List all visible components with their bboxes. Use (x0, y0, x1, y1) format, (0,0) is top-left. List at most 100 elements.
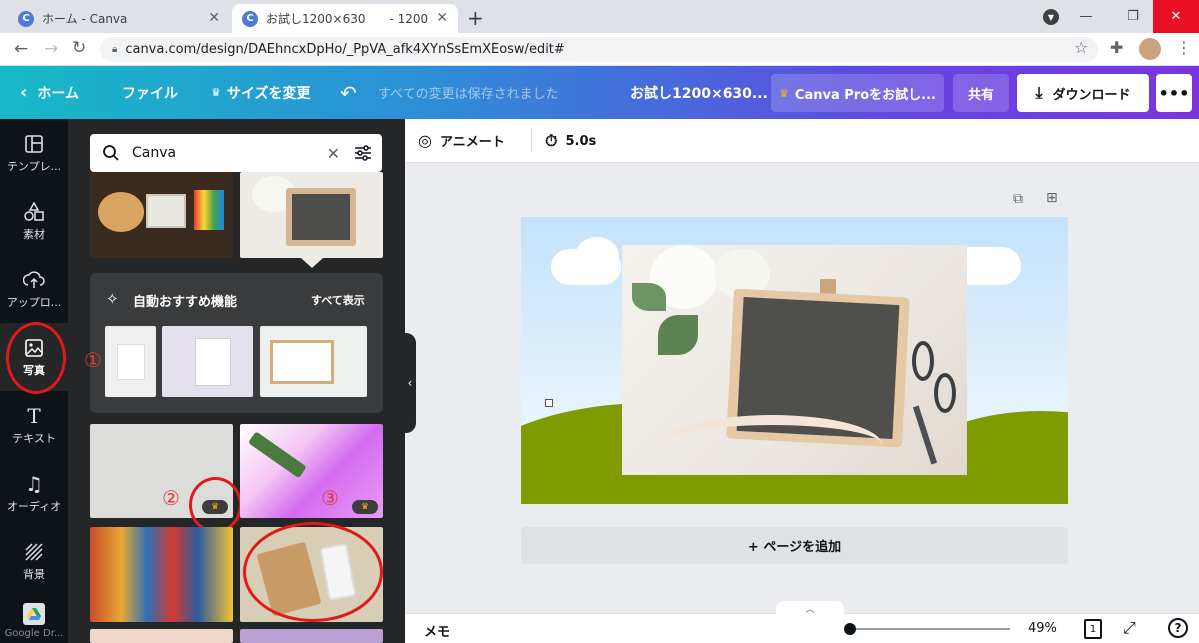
board-shape (292, 194, 350, 240)
browser-menu-icon[interactable]: ⋮ (1176, 38, 1192, 57)
profile-avatar[interactable] (1139, 38, 1161, 60)
duration-button[interactable]: ⏱︎ 5.0s (545, 131, 596, 151)
add-page-icon[interactable]: ⊞ (1046, 190, 1058, 206)
photo-search-box[interactable]: Canva ✕ (90, 134, 382, 172)
tab-title: ホーム - Canva (42, 12, 128, 26)
browser-tab-design[interactable]: C お試し1200×630 - 1200 ✕ (232, 4, 458, 33)
notes-button[interactable]: メモ (424, 621, 450, 640)
restore-icon[interactable]: ❐ (1110, 0, 1156, 33)
rail-item-templates[interactable]: テンプレ... (0, 119, 68, 187)
notepad-shape (195, 338, 231, 386)
rail-item-audio[interactable]: ♫ オーディオ (0, 459, 68, 527)
close-window-icon[interactable]: ✕ (1153, 0, 1199, 33)
close-tab-icon[interactable]: ✕ (436, 10, 448, 26)
scissors-handle-shape (912, 341, 934, 381)
photo-result-partial-2[interactable] (240, 629, 383, 643)
download-button[interactable]: ⤓ ダウンロード (1017, 74, 1149, 112)
tab-search-icon[interactable]: ▼ (1043, 9, 1059, 25)
photo-result-blackboard[interactable] (240, 172, 383, 258)
leaf-shape (658, 315, 698, 355)
help-button[interactable]: ? (1168, 618, 1188, 638)
duplicate-page-icon[interactable]: ⧉ (1013, 191, 1023, 207)
close-tab-icon[interactable]: ✕ (208, 10, 220, 26)
sparkle-icon: ✧ (106, 290, 119, 308)
resize-button[interactable]: ♛ サイズを変更 (211, 66, 310, 119)
crown-icon: ♛ (211, 86, 221, 99)
new-tab-icon[interactable]: + (467, 6, 484, 30)
download-icon: ⤓ (1035, 83, 1043, 102)
google-drive-icon (23, 603, 45, 625)
extensions-icon[interactable]: ✚ (1110, 38, 1123, 57)
back-icon[interactable]: ← (14, 39, 28, 59)
pro-crown-badge: ♛ (352, 500, 378, 514)
reload-icon[interactable]: ↻ (72, 38, 86, 58)
undo-icon[interactable]: ↶ (340, 66, 357, 119)
wood-frame-shape (270, 340, 334, 384)
zoom-slider-track[interactable] (850, 628, 1010, 630)
photo-result-purple-paint[interactable]: ♛ (240, 424, 383, 518)
scissors-blade-shape (912, 405, 938, 465)
scissors-handle-shape (934, 373, 956, 413)
document-title[interactable]: お試し1200×630... (630, 66, 768, 119)
zoom-level[interactable]: 49% (1028, 621, 1057, 636)
url-text: canva.com/design/DAEhncxDpHo/_PpVA_afk4X… (125, 42, 565, 57)
leaf-shape (632, 283, 666, 311)
more-options-button[interactable]: ••• (1156, 74, 1192, 112)
toolbar-divider (531, 128, 532, 152)
tab-title: お試し1200×630 - 1200 (266, 12, 429, 26)
frame-shape (117, 344, 145, 380)
minimize-icon[interactable]: — (1063, 0, 1109, 33)
save-status: すべての変更は保存されました (378, 87, 559, 102)
annotation-circle-crown (189, 477, 242, 533)
animate-button[interactable]: ◎ アニメート (418, 131, 505, 150)
rail-item-background[interactable]: 背景 (0, 527, 68, 595)
file-menu-button[interactable]: ファイル (122, 66, 178, 119)
background-pattern-icon (23, 541, 45, 563)
ribbon-shape (662, 415, 882, 475)
canvas-scrollbar[interactable] (1187, 163, 1199, 613)
canva-favicon-icon: C (18, 10, 34, 27)
url-field[interactable]: 🔒︎ canva.com/design/DAEhncxDpHo/_PpVA_af… (100, 37, 1098, 62)
rail-item-uploads[interactable]: アップロ... (0, 255, 68, 323)
see-all-link[interactable]: すべて表示 (311, 292, 365, 308)
fullscreen-icon[interactable]: ⤢ (1123, 618, 1136, 638)
photo-result-partial-1[interactable] (90, 629, 233, 643)
bottom-bar (405, 613, 1199, 643)
rail-item-elements[interactable]: 素材 (0, 187, 68, 255)
timer-icon: ⏱︎ (545, 131, 558, 150)
canvas-toolbar (405, 119, 1199, 163)
placed-photo-blackboard[interactable] (622, 245, 967, 475)
animate-icon: ◎ (418, 131, 432, 150)
rail-item-google-drive[interactable]: Google Dr... (0, 595, 68, 643)
forward-icon[interactable]: → (44, 39, 58, 59)
browser-tab-home[interactable]: C ホーム - Canva ✕ (8, 4, 230, 33)
suggested-photo-3[interactable] (260, 326, 367, 397)
music-note-icon: ♫ (25, 471, 43, 496)
try-pro-button[interactable]: ♛ Canva Proをお試し... (771, 74, 944, 112)
add-page-button[interactable]: + ページを追加 (521, 527, 1068, 564)
clear-search-icon[interactable]: ✕ (327, 144, 340, 163)
suggested-photo-2[interactable] (162, 326, 253, 397)
search-input[interactable]: Canva (132, 145, 327, 161)
sheep-shape (545, 399, 553, 407)
annotation-number-3: ③ (321, 486, 339, 510)
zoom-slider-thumb[interactable] (844, 623, 856, 635)
page-count-button[interactable]: 1 (1084, 619, 1102, 639)
lock-icon: 🔒︎ (112, 44, 118, 55)
filter-icon[interactable] (354, 145, 372, 161)
photo-result-colorful-paint[interactable] (90, 527, 233, 622)
canva-favicon-icon: C (242, 10, 258, 27)
photo-result-desk-palette[interactable] (90, 172, 233, 258)
selected-pointer (301, 258, 323, 268)
collapse-panel-handle[interactable]: ‹ (404, 333, 416, 433)
expand-notes-handle[interactable]: ︿ (776, 601, 844, 615)
suggested-photo-1[interactable] (105, 326, 156, 397)
suggestions-title: 自動おすすめ機能 (133, 295, 238, 310)
home-button[interactable]: ‹ ホーム (20, 66, 79, 119)
share-button[interactable]: 共有 (953, 74, 1009, 112)
rail-item-text[interactable]: T テキスト (0, 391, 68, 459)
bookmark-star-icon[interactable]: ☆ (1074, 38, 1088, 57)
paper-shape (146, 194, 186, 228)
cloud-shape (575, 237, 619, 275)
templates-icon (23, 133, 45, 155)
